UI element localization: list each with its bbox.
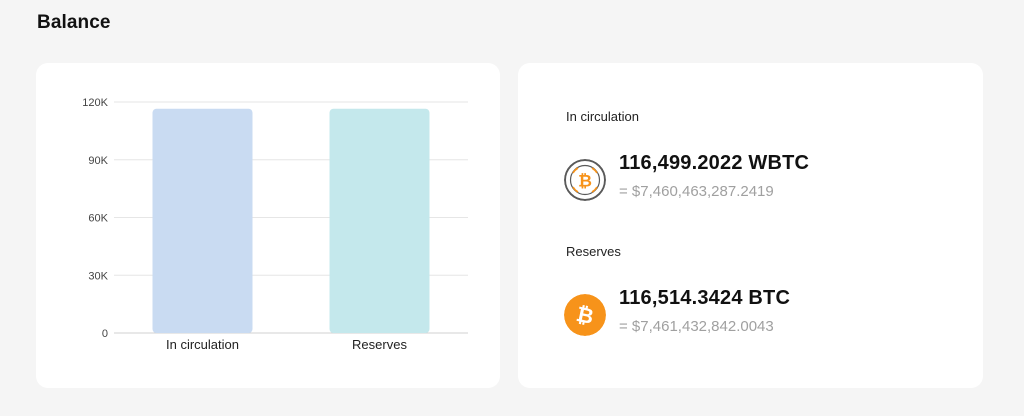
balance-chart-card: 0 30K 60K 90K 120K In circulation Reserves — [36, 63, 500, 388]
svg-text:₿: ₿ — [578, 172, 592, 192]
y-tick-label: 60K — [88, 213, 108, 225]
y-tick-label: 120K — [82, 97, 108, 109]
y-tick-label: 0 — [102, 328, 108, 340]
in-circulation-usd-value: = $7,460,463,287.2419 — [619, 183, 774, 200]
reserves-amount: 116,514.3424 BTC — [619, 287, 791, 309]
y-tick-label: 30K — [88, 270, 108, 282]
x-tick-label: In circulation — [166, 337, 239, 352]
page-title: Balance — [37, 12, 111, 33]
wbtc-icon: ₿ — [564, 159, 606, 201]
btc-icon: ₿ — [564, 294, 606, 336]
x-tick-label: Reserves — [352, 337, 407, 352]
in-circulation-label: In circulation — [566, 109, 639, 124]
in-circulation-amount: 116,499.2022 WBTC — [619, 152, 810, 174]
balance-bar-chart: 0 30K 60K 90K 120K In circulation Reserves — [82, 97, 468, 352]
reserves-label: Reserves — [566, 244, 621, 259]
bar-reserves — [329, 108, 430, 333]
y-tick-label: 90K — [88, 155, 108, 167]
bar-in-circulation — [152, 108, 253, 333]
reserves-usd-value: = $7,461,432,842.0043 — [619, 318, 774, 335]
balance-info-card: In circulation ₿ 116,499.2022 WBTC = $7,… — [518, 63, 983, 388]
